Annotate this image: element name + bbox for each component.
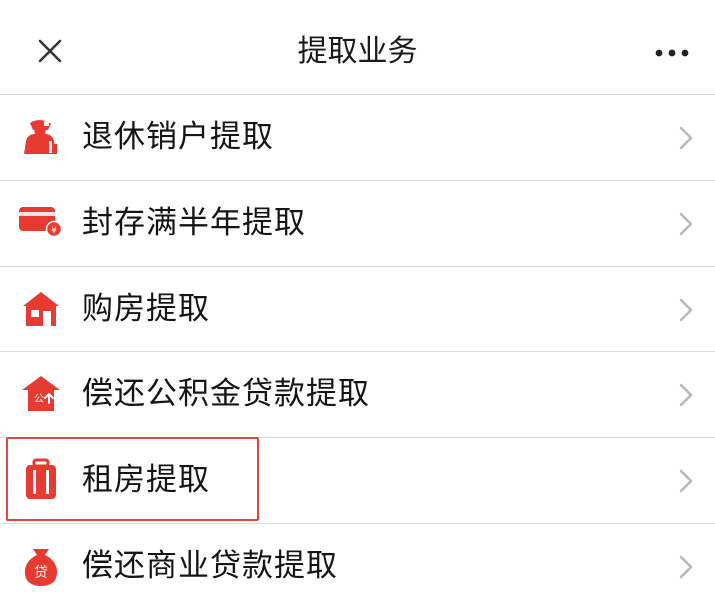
card-yen-icon: ¥: [18, 200, 64, 246]
list-item-label: 封存满半年提取: [82, 204, 306, 241]
chevron-right-icon: [677, 467, 695, 495]
list-item-label: 退休销户提取: [82, 119, 274, 155]
list-item-label: 偿还商业贷款提取: [82, 547, 338, 584]
luggage-icon: [18, 457, 64, 503]
house-icon: [18, 286, 64, 332]
chevron-right-icon: [677, 210, 695, 238]
withdraw-business-list: 退休销户提取 ¥ 封存满半年提取 购房提取 公 偿还公积金贷款提取 租房提取 贷…: [0, 95, 715, 607]
list-item-label: 购房提取: [82, 290, 210, 327]
list-item-rent-housing[interactable]: 租房提取: [0, 438, 715, 524]
list-item-retirement-closure[interactable]: 退休销户提取: [0, 95, 715, 181]
loan-bag-icon: 贷: [18, 543, 64, 589]
list-item-housing-fund-loan-repay[interactable]: 公 偿还公积金贷款提取: [0, 352, 715, 439]
header: 提取业务: [0, 0, 715, 95]
chevron-right-icon: [677, 553, 695, 581]
list-item-sealed-half-year[interactable]: ¥ 封存满半年提取: [0, 181, 715, 267]
chevron-right-icon: [677, 296, 695, 324]
list-item-label: 租房提取: [82, 462, 210, 499]
chevron-right-icon: [677, 381, 695, 409]
more-horizontal-icon: [655, 49, 689, 57]
page-title: 提取业务: [297, 34, 418, 69]
list-item-commercial-loan-repay[interactable]: 贷 偿还商业贷款提取: [0, 524, 715, 607]
svg-text:贷: 贷: [34, 565, 48, 581]
fund-house-loan-icon: 公: [18, 371, 64, 417]
list-item-house-purchase[interactable]: 购房提取: [0, 267, 715, 353]
chevron-right-icon: [677, 124, 695, 152]
svg-text:公: 公: [34, 394, 44, 405]
list-item-label: 偿还公积金贷款提取: [82, 376, 370, 413]
svg-text:¥: ¥: [51, 226, 57, 236]
retiree-icon: [18, 114, 64, 160]
more-button[interactable]: [647, 31, 697, 75]
screen: 提取业务 退休销户提取 ¥ 封存满半年提取 购房提取 公 偿还公积金贷款提取 租…: [0, 0, 715, 607]
